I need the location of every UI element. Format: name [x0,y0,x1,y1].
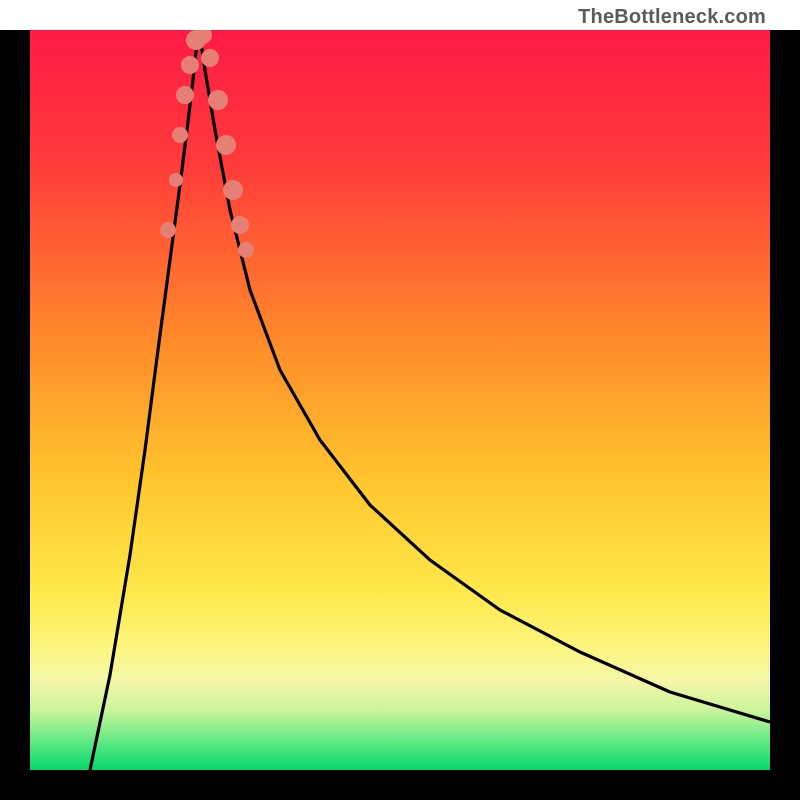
data-marker [231,216,249,234]
data-marker [172,127,188,143]
chart-stage: TheBottleneck.com [0,0,800,800]
data-marker [201,49,219,67]
chart-svg [30,30,770,770]
data-marker [238,242,254,258]
frame-right [770,30,800,770]
data-marker [169,173,183,187]
data-marker [208,90,228,110]
data-marker [181,56,199,74]
frame-bottom [0,770,800,800]
data-marker [216,135,236,155]
data-marker [176,86,194,104]
attribution-text: TheBottleneck.com [578,6,766,29]
data-marker [223,180,243,200]
data-marker [160,222,176,238]
curve-right-arm [199,30,770,722]
frame-left [0,30,30,770]
